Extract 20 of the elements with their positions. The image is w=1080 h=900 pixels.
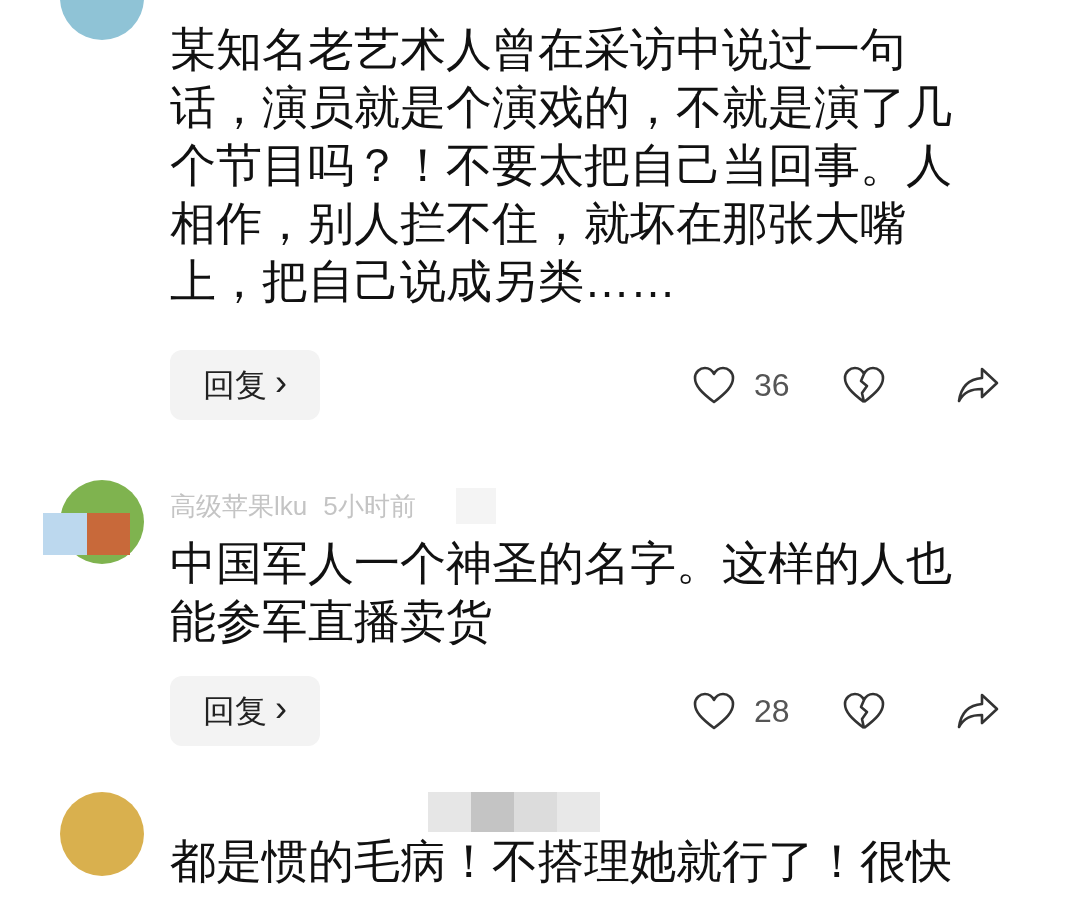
redaction-block (87, 513, 130, 555)
like-count: 28 (754, 692, 791, 731)
redaction-block (471, 792, 514, 832)
like-icon[interactable] (692, 691, 736, 731)
reply-button[interactable]: 回复 › (170, 350, 320, 420)
redaction-block (557, 792, 600, 832)
comment-text: 某知名老艺术人曾在采访中说过一句话，演员就是个演戏的，不就是演了几个节目吗？！不要太把自己当回事。人相作，别人拦不住，就坏在那张大嘴上，把自己说成另类…… (170, 22, 953, 309)
share-icon[interactable] (956, 691, 1000, 731)
redaction-block (428, 792, 471, 832)
like-icon[interactable] (692, 365, 736, 405)
broken-heart-icon[interactable] (842, 365, 886, 405)
comment-text: 都是惯的毛病！不搭理她就行了！很快 (170, 834, 953, 889)
redaction-block (514, 792, 557, 832)
share-icon[interactable] (956, 365, 1000, 405)
timestamp: 5小时前 (323, 489, 416, 523)
comment-text: 中国军人一个神圣的名字。这样的人也能参军直播卖货 (170, 536, 953, 649)
broken-heart-icon[interactable] (842, 691, 886, 731)
like-count: 36 (754, 366, 791, 405)
reply-button[interactable]: 回复 › (170, 676, 320, 746)
redaction-block (43, 513, 87, 555)
